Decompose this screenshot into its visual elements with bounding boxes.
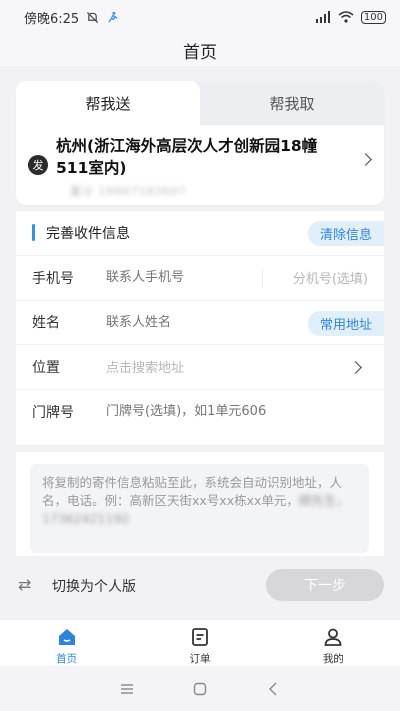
extension-input[interactable]: 分机号(选填) <box>293 268 368 287</box>
paste-textarea[interactable]: 将复制的寄件信息粘贴至此，系统会自动识别地址，人名，电话。例：高新区天街xx号x… <box>30 464 369 553</box>
tab-bar: 首页 订单 我的 <box>0 619 400 666</box>
section-title: 完善收件信息 <box>46 226 130 242</box>
name-row: 姓名 常用地址 <box>16 301 384 345</box>
tab-send[interactable]: 帮我送 <box>16 81 200 125</box>
battery-indicator: 100 <box>360 10 386 24</box>
chevron-right-icon <box>349 361 362 374</box>
mute-bell-icon <box>87 11 99 23</box>
tabbar-mine[interactable]: 我的 <box>267 620 400 666</box>
phone-input[interactable] <box>106 270 276 286</box>
sender-address: 杭州(浙江海外高层次人才创新园18幢511室内) <box>56 137 318 177</box>
sender-card: 帮我送 帮我取 发 杭州(浙江海外高层次人才创新园18幢511室内) 董沙 19… <box>16 81 384 205</box>
tabbar-orders-label: 订单 <box>189 653 211 665</box>
door-number-input[interactable] <box>106 404 326 420</box>
sender-address-row[interactable]: 发 杭州(浙江海外高层次人才创新园18幢511室内) 董沙 1986718369… <box>16 125 384 199</box>
location-row[interactable]: 位置 点击搜索地址 <box>16 345 384 390</box>
home-icon <box>58 629 75 645</box>
address-book-button[interactable]: 常用地址 <box>307 310 384 336</box>
status-bar: 傍晚6:25 100 <box>0 0 400 34</box>
recipient-form: 完善收件信息 清除信息 手机号 分机号(选填) 姓名 常用地址 位置 点击搜索地… <box>16 211 384 445</box>
divider <box>262 268 263 288</box>
tab-pickup[interactable]: 帮我取 <box>200 81 384 125</box>
signal-icon <box>315 11 330 23</box>
location-label: 位置 <box>32 359 60 376</box>
system-nav-bar <box>0 667 400 711</box>
name-label: 姓名 <box>32 315 60 332</box>
section-accent-bar <box>32 224 35 241</box>
location-search-field[interactable]: 点击搜索地址 <box>106 357 184 376</box>
name-input[interactable] <box>106 314 276 330</box>
sender-contact: 董沙 19867183697 <box>70 185 187 198</box>
status-time: 傍晚6:25 <box>24 11 80 27</box>
menu-icon[interactable] <box>118 680 136 698</box>
clear-info-button[interactable]: 清除信息 <box>307 221 384 246</box>
running-app-icon <box>108 11 118 23</box>
tabbar-orders[interactable]: 订单 <box>133 620 266 666</box>
home-button-icon[interactable] <box>191 680 209 698</box>
next-step-button[interactable]: 下一步 <box>266 569 384 601</box>
paste-hint: 将复制的寄件信息粘贴至此，系统会自动识别地址，人名，电话。例：高新区天街xx号x… <box>42 475 343 508</box>
send-badge: 发 <box>28 155 48 175</box>
phone-row: 手机号 分机号(选填) <box>16 256 384 301</box>
mode-tabs: 帮我送 帮我取 <box>16 81 384 125</box>
page-title: 首页 <box>0 34 400 66</box>
paste-card: 将复制的寄件信息粘贴至此，系统会自动识别地址，人名，电话。例：高新区天街xx号x… <box>16 452 384 556</box>
door-row: 门牌号 <box>16 390 384 435</box>
tabbar-home[interactable]: 首页 <box>0 620 133 666</box>
section-header: 完善收件信息 清除信息 <box>16 211 384 256</box>
wifi-icon <box>338 11 354 23</box>
user-icon <box>324 628 342 646</box>
tabbar-mine-label: 我的 <box>322 653 344 665</box>
back-icon[interactable] <box>264 680 282 698</box>
orders-icon <box>192 628 208 646</box>
chevron-right-icon <box>359 153 372 166</box>
tabbar-home-label: 首页 <box>56 653 78 665</box>
bottom-action-bar: ⇄ 切换为个人版 下一步 <box>0 562 400 618</box>
phone-label: 手机号 <box>32 270 74 287</box>
switch-arrows-icon[interactable]: ⇄ <box>18 575 31 594</box>
switch-personal-link[interactable]: 切换为个人版 <box>52 576 136 596</box>
door-label: 门牌号 <box>32 404 74 421</box>
